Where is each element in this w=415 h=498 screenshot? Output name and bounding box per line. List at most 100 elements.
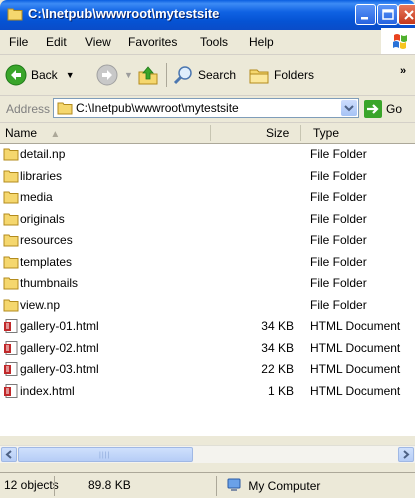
column-type-header[interactable]: Type xyxy=(313,126,339,140)
go-button[interactable]: Go xyxy=(364,99,402,119)
file-type: File Folder xyxy=(310,190,367,204)
file-name: resources xyxy=(20,233,73,247)
file-name: templates xyxy=(20,254,73,269)
title-bar[interactable]: C:\Inetpub\wwwroot\mytestsite xyxy=(0,0,415,30)
folders-label: Folders xyxy=(274,68,315,82)
address-input[interactable]: C:\Inetpub\wwwroot\mytestsite xyxy=(53,98,359,118)
file-row[interactable]: thumbnails File Folder xyxy=(0,273,415,295)
folder-icon xyxy=(7,8,23,21)
column-divider[interactable] xyxy=(300,125,301,141)
file-type: HTML Document xyxy=(310,340,401,355)
file-type: File Folder xyxy=(310,147,367,161)
go-label: Go xyxy=(386,102,403,116)
file-row[interactable]: templates File Folder xyxy=(0,252,415,274)
column-name-label: Name xyxy=(5,126,38,140)
file-name: thumbnails xyxy=(20,276,79,290)
scroll-grip-icon: |||| xyxy=(99,452,111,459)
folder-icon xyxy=(3,169,19,183)
folder-icon xyxy=(3,233,19,247)
file-type: File Folder xyxy=(310,276,367,290)
menu-bar: File Edit View Favorites Tools Help xyxy=(0,30,415,55)
chevron-right-icon xyxy=(403,450,410,459)
menu-file[interactable]: File xyxy=(9,35,28,49)
file-row[interactable]: libraries File Folder xyxy=(0,166,415,188)
file-row[interactable]: detail.np File Folder xyxy=(0,144,415,166)
folder-icon xyxy=(3,190,19,204)
file-name: detail.np xyxy=(20,147,66,161)
folder-icon xyxy=(3,298,19,312)
close-button[interactable] xyxy=(398,4,415,25)
file-name: gallery-02.html xyxy=(20,340,99,355)
menu-tools[interactable]: Tools xyxy=(200,35,228,49)
status-bar: 12 objects 89.8 KB My Computer xyxy=(0,472,415,498)
sort-ascending-icon: ▲ xyxy=(50,129,61,140)
maximize-button[interactable] xyxy=(377,4,398,25)
menu-view[interactable]: View xyxy=(85,35,111,49)
folder-icon xyxy=(57,102,73,115)
scroll-thumb[interactable]: |||| xyxy=(18,447,193,462)
file-name: libraries xyxy=(20,168,63,183)
file-list[interactable]: Name ▲ Size Type detail.np File Folder lib… xyxy=(0,123,415,436)
status-location: My Computer xyxy=(226,478,320,493)
html-document-icon xyxy=(3,383,19,398)
address-bar: Address C:\Inetpub\wwwroot\mytestsite Go xyxy=(0,96,415,123)
forward-dropdown-icon[interactable]: ▼ xyxy=(124,70,133,80)
file-type: HTML Document xyxy=(310,383,401,398)
menu-favorites[interactable]: Favorites xyxy=(128,35,177,49)
explorer-window: C:\Inetpub\wwwroot\mytestsite File Edit … xyxy=(0,0,415,498)
horizontal-scrollbar[interactable]: |||| xyxy=(0,445,415,463)
file-row[interactable]: index.html 1 KB HTML Document xyxy=(0,381,415,403)
up-folder-button[interactable] xyxy=(137,61,159,89)
html-document-icon xyxy=(3,362,19,376)
file-type: File Folder xyxy=(310,233,367,247)
folder-icon xyxy=(3,255,19,269)
minimize-button[interactable] xyxy=(355,4,376,25)
back-button[interactable]: Back ▼ xyxy=(5,61,75,89)
search-icon xyxy=(173,66,192,85)
my-computer-icon xyxy=(227,478,241,491)
scroll-right-button[interactable] xyxy=(398,447,414,462)
menu-edit[interactable]: Edit xyxy=(46,35,67,49)
file-name: index.html xyxy=(20,383,75,398)
address-dropdown-button[interactable] xyxy=(341,100,357,116)
status-divider xyxy=(54,476,55,496)
folders-button[interactable]: Folders xyxy=(248,61,314,89)
search-label: Search xyxy=(198,68,237,82)
forward-button[interactable]: ▼ xyxy=(96,61,133,89)
file-type: File Folder xyxy=(310,168,367,183)
maximize-icon xyxy=(382,9,394,20)
column-size-header[interactable]: Size xyxy=(266,126,289,140)
file-name: view.np xyxy=(20,297,61,312)
status-location-label: My Computer xyxy=(248,479,321,493)
file-type: File Folder xyxy=(310,297,367,312)
file-type: File Folder xyxy=(310,211,367,226)
file-name: gallery-01.html xyxy=(20,319,99,333)
toolbar: Back ▼ ▼ Search Folders » xyxy=(0,55,415,96)
file-row[interactable]: gallery-02.html 34 KB HTML Document xyxy=(0,338,415,360)
column-name-header[interactable]: Name ▲ xyxy=(5,126,60,140)
folder-icon xyxy=(3,212,19,226)
html-document-icon xyxy=(3,319,19,333)
go-arrow-icon xyxy=(364,100,382,118)
file-row[interactable]: view.np File Folder xyxy=(0,295,415,317)
status-total-size: 89.8 KB xyxy=(88,478,131,492)
file-row[interactable]: media File Folder xyxy=(0,187,415,209)
file-type: File Folder xyxy=(310,254,367,269)
file-row[interactable]: gallery-03.html 22 KB HTML Document xyxy=(0,359,415,381)
file-row[interactable]: originals File Folder xyxy=(0,209,415,231)
file-name: gallery-03.html xyxy=(20,362,99,376)
search-button[interactable]: Search xyxy=(172,61,236,89)
toolbar-more-button[interactable]: » xyxy=(400,57,406,85)
file-name: media xyxy=(20,190,53,204)
forward-arrow-icon xyxy=(96,64,118,86)
file-row[interactable]: gallery-01.html 34 KB HTML Document xyxy=(0,316,415,338)
menu-help[interactable]: Help xyxy=(249,35,274,49)
back-dropdown-icon[interactable]: ▼ xyxy=(66,70,75,80)
file-size: 34 KB xyxy=(261,319,294,333)
scroll-left-button[interactable] xyxy=(1,447,17,462)
back-label: Back xyxy=(31,68,58,82)
file-size: 22 KB xyxy=(261,362,294,376)
column-divider[interactable] xyxy=(210,125,211,141)
back-arrow-icon xyxy=(5,64,27,86)
file-row[interactable]: resources File Folder xyxy=(0,230,415,252)
